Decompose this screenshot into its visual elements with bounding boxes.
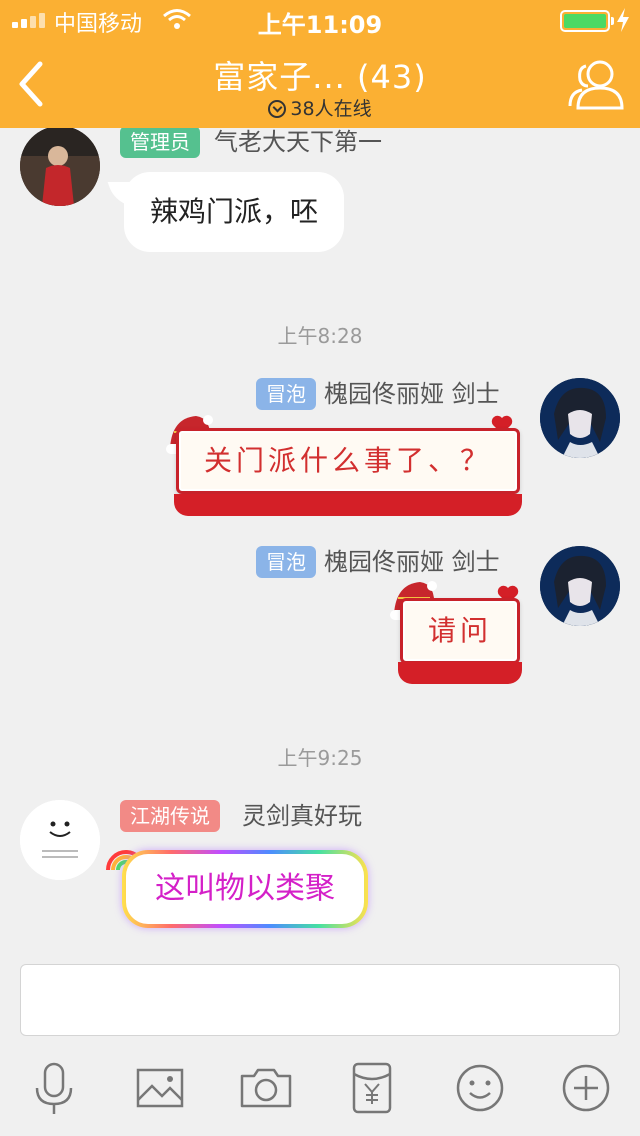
title-badge: 江湖传说 bbox=[120, 800, 220, 832]
status-bar: 中国移动 上午11:09 bbox=[0, 0, 640, 40]
status-time: 上午11:09 bbox=[257, 11, 383, 39]
battery-icon bbox=[560, 10, 614, 32]
message-bubble: 关门派什么事了、？ bbox=[176, 428, 520, 494]
sender-name[interactable]: 气老大天下第一 bbox=[214, 128, 382, 158]
message-timestamp: 上午8:28 bbox=[277, 324, 363, 348]
anime-avatar-icon bbox=[540, 546, 620, 626]
sender-name[interactable]: 槐园佟丽娅 剑士 bbox=[324, 546, 500, 578]
festive-bubble[interactable]: 关门派什么事了、？ bbox=[164, 412, 528, 516]
image-icon[interactable] bbox=[132, 1060, 188, 1116]
plus-icon[interactable] bbox=[558, 1060, 614, 1116]
avatar[interactable] bbox=[540, 378, 620, 458]
ribbon-decoration bbox=[174, 494, 522, 516]
anime-avatar-icon bbox=[540, 378, 620, 458]
charging-icon bbox=[617, 8, 629, 32]
microphone-icon[interactable] bbox=[26, 1060, 82, 1116]
message-bubble: 请问 bbox=[400, 598, 520, 664]
message-input[interactable] bbox=[20, 964, 620, 1036]
message-bubble[interactable]: 辣鸡门派，呸 bbox=[124, 172, 345, 252]
online-count[interactable]: 38人在线 bbox=[0, 94, 640, 121]
avatar[interactable] bbox=[20, 800, 100, 880]
rainbow-bubble[interactable]: 这叫物以类聚 bbox=[122, 850, 368, 928]
role-badge: 管理员 bbox=[120, 128, 200, 158]
camera-icon[interactable] bbox=[238, 1060, 294, 1116]
sender-name[interactable]: 灵剑真好玩 bbox=[242, 800, 362, 832]
smiley-face-icon bbox=[20, 800, 100, 880]
level-badge: 冒泡 bbox=[256, 378, 316, 410]
group-members-icon[interactable] bbox=[566, 56, 626, 112]
emoji-icon[interactable] bbox=[452, 1060, 508, 1116]
input-toolbar bbox=[0, 1040, 640, 1136]
nav-header: 中国移动 上午11:09 富家子... (43) 38人在线 bbox=[0, 0, 640, 128]
festive-bubble[interactable]: 请问 bbox=[388, 578, 528, 684]
chevron-down-icon bbox=[268, 100, 287, 118]
avatar[interactable] bbox=[20, 128, 100, 206]
ribbon-decoration bbox=[398, 662, 522, 684]
sender-name[interactable]: 槐园佟丽娅 剑士 bbox=[324, 378, 500, 410]
message-bubble: 这叫物以类聚 bbox=[126, 854, 364, 924]
message-timestamp: 上午9:25 bbox=[277, 746, 363, 770]
level-badge: 冒泡 bbox=[256, 546, 316, 578]
red-packet-icon[interactable] bbox=[344, 1060, 400, 1116]
child-photo-icon bbox=[20, 128, 100, 206]
chat-area[interactable]: 管理员 气老大天下第一 辣鸡门派，呸 上午8:28 冒泡 槐园佟丽娅 剑士 关门… bbox=[0, 128, 640, 948]
avatar[interactable] bbox=[540, 546, 620, 626]
group-title[interactable]: 富家子... (43) bbox=[0, 52, 640, 98]
